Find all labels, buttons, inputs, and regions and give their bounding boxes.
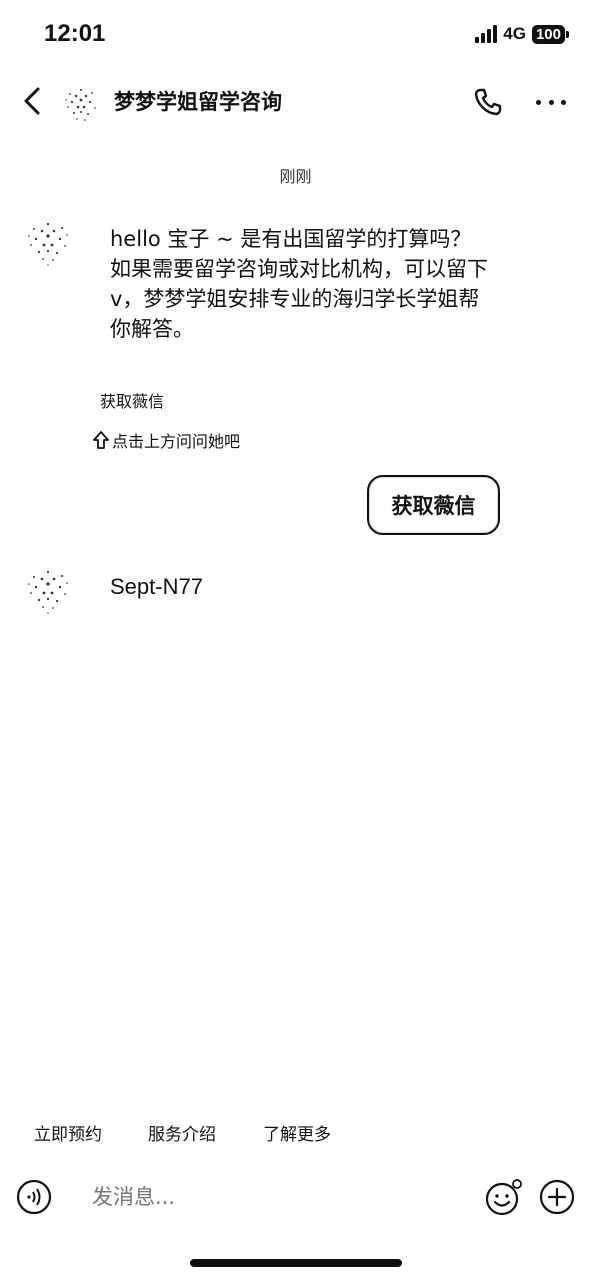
emoji-button[interactable]: [484, 1179, 522, 1217]
incoming-message: Sept-N77: [110, 574, 203, 599]
status-time: 12:01: [44, 20, 106, 47]
avatar-icon: [65, 89, 96, 121]
hint-label: 点击上方问问她吧: [112, 432, 241, 451]
chevron-left-icon: [24, 87, 40, 115]
voice-button[interactable]: [16, 1179, 52, 1215]
avatar-icon: [28, 570, 68, 614]
sender-avatar[interactable]: [20, 560, 76, 616]
arrow-up-icon: [93, 431, 109, 449]
chat-header: 梦梦学姐留学咨询: [0, 70, 591, 134]
signal-icon: [475, 25, 498, 43]
get-wechat-button[interactable]: 获取薇信: [367, 475, 500, 535]
network-label: 4G: [503, 24, 526, 43]
status-bar: 12:01 4G 100: [0, 0, 591, 70]
avatar-icon: [28, 222, 68, 266]
plus-icon: [539, 1179, 575, 1215]
add-button[interactable]: [539, 1179, 575, 1215]
message-timestamp: 刚刚: [279, 167, 312, 186]
battery-level: 100: [531, 24, 565, 44]
quick-replies: 立即预约 服务介绍 了解更多: [0, 1120, 591, 1146]
card-label: 获取薇信: [100, 392, 165, 411]
status-indicators: 4G 100: [475, 24, 569, 44]
chat-title: 梦梦学姐留学咨询: [114, 90, 282, 114]
quick-reply-more[interactable]: 了解更多: [263, 1120, 331, 1145]
voice-icon: [16, 1179, 52, 1215]
sender-avatar[interactable]: [20, 212, 76, 268]
call-button[interactable]: [472, 86, 504, 118]
home-indicator: [190, 1259, 402, 1267]
input-bar: [0, 1170, 591, 1226]
hint-text: 点击上方问问她吧: [92, 428, 240, 452]
incoming-message: hello 宝子 ~ 是有出国留学的打算吗？如果需要留学咨询或对比机构，可以留下…: [110, 227, 488, 341]
phone-icon: [474, 88, 502, 116]
contact-avatar[interactable]: [58, 80, 104, 126]
more-options-icon[interactable]: [536, 90, 566, 114]
back-button[interactable]: [18, 84, 48, 118]
quick-reply-book[interactable]: 立即预约: [34, 1120, 102, 1145]
message-input[interactable]: [92, 1180, 452, 1214]
quick-reply-services[interactable]: 服务介绍: [148, 1120, 216, 1145]
emoji-icon: [485, 1179, 522, 1216]
battery-icon: 100: [531, 24, 569, 44]
